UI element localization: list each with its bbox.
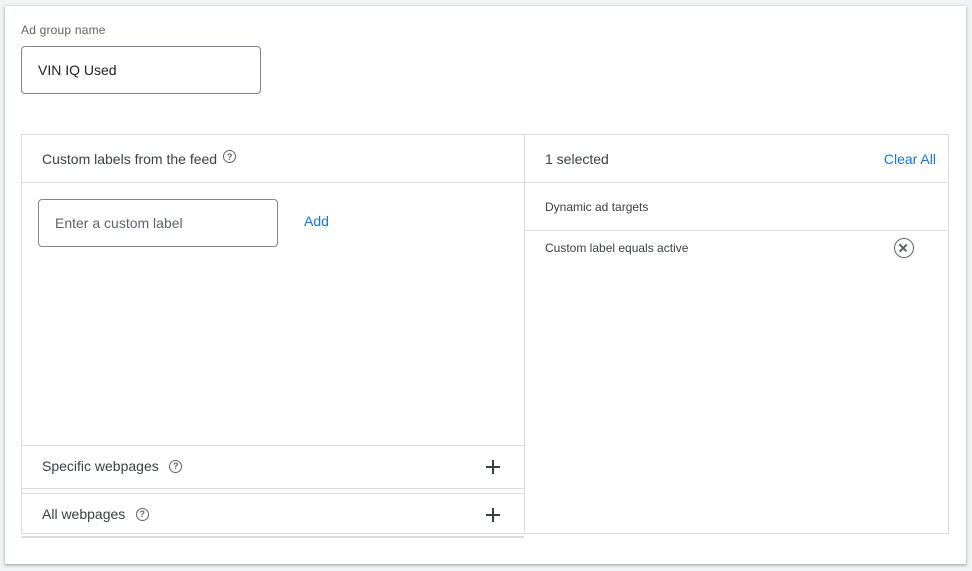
selected-targets-column: 1 selected Clear All Dynamic ad targets … (525, 135, 948, 533)
target-row: Custom label equals active (525, 231, 948, 265)
plus-icon[interactable] (486, 508, 500, 522)
help-icon[interactable]: ? (169, 459, 183, 473)
ad-group-card: Ad group name Custom labels from the fee… (5, 6, 966, 564)
selected-header: 1 selected Clear All (525, 135, 948, 183)
dynamic-ad-targets-title: Dynamic ad targets (525, 183, 948, 231)
targeting-panel: Custom labels from the feed ? Add Specif… (21, 134, 949, 537)
specific-webpages-row[interactable]: Specific webpages ? (22, 445, 524, 489)
ad-group-name-label: Ad group name (21, 23, 106, 37)
divider (21, 537, 524, 538)
selected-count: 1 selected (545, 150, 609, 167)
ad-group-name-input[interactable] (21, 46, 261, 94)
all-webpages-row[interactable]: All webpages ? (22, 493, 524, 537)
plus-icon[interactable] (486, 460, 500, 474)
custom-label-input[interactable] (38, 199, 278, 247)
add-button[interactable]: Add (304, 213, 329, 229)
custom-labels-header: Custom labels from the feed ? (22, 135, 524, 183)
remove-icon[interactable] (894, 238, 914, 258)
help-icon[interactable]: ? (223, 150, 237, 163)
specific-webpages-label: Specific webpages (42, 458, 159, 474)
clear-all-button[interactable]: Clear All (884, 151, 936, 167)
custom-labels-title: Custom labels from the feed (42, 150, 218, 167)
all-webpages-label: All webpages (42, 506, 126, 522)
custom-labels-column: Custom labels from the feed ? Add Specif… (22, 135, 525, 537)
help-icon[interactable]: ? (135, 507, 149, 521)
target-label: Custom label equals active (545, 241, 689, 255)
